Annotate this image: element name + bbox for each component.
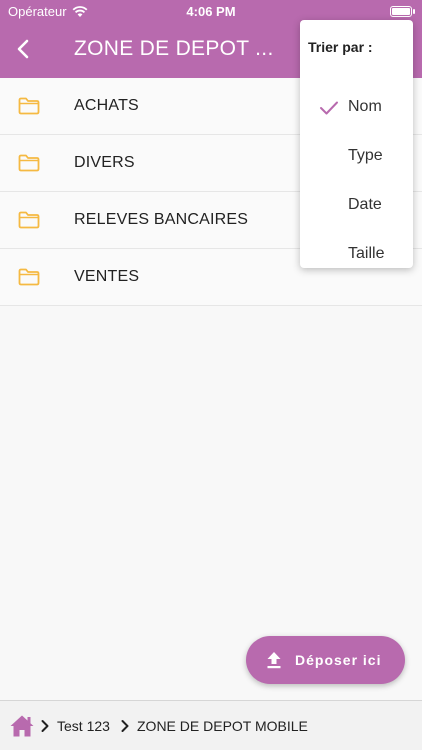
chevron-right-icon — [121, 720, 129, 732]
folder-label: ACHATS — [74, 97, 139, 114]
sort-menu-title: Trier par : — [308, 39, 373, 55]
upload-button-label: Déposer ici — [295, 652, 382, 668]
home-icon[interactable] — [9, 714, 35, 738]
upload-button[interactable]: Déposer ici — [246, 636, 405, 684]
folder-icon — [0, 154, 74, 172]
status-time: 4:06 PM — [186, 4, 236, 19]
upload-icon — [267, 652, 281, 669]
breadcrumb: Test 123 ZONE DE DEPOT MOBILE — [0, 700, 422, 750]
folder-label: RELEVES BANCAIRES — [74, 211, 249, 228]
folder-icon — [0, 268, 74, 286]
sort-option-label: Taille — [348, 245, 385, 262]
sort-option-label: Nom — [348, 98, 382, 115]
sort-option-taille[interactable]: Taille — [300, 235, 413, 275]
chevron-right-icon — [41, 720, 49, 732]
sort-option-label: Date — [348, 196, 382, 213]
checkmark-icon — [320, 101, 338, 115]
battery-icon — [390, 6, 412, 17]
sort-option-type[interactable]: Type — [300, 137, 413, 177]
page-title: ZONE DE DEPOT ... — [74, 37, 274, 60]
folder-icon — [0, 97, 74, 115]
status-bar: Opérateur 4:06 PM — [0, 0, 422, 22]
breadcrumb-item-test-123[interactable]: Test 123 — [57, 718, 110, 734]
sort-option-nom[interactable]: Nom — [300, 88, 413, 128]
folder-label: DIVERS — [74, 154, 135, 171]
breadcrumb-item-zone-de-depot-mobile: ZONE DE DEPOT MOBILE — [137, 718, 308, 734]
chevron-left-icon — [17, 39, 29, 59]
back-button[interactable] — [10, 34, 40, 64]
folder-label: VENTES — [74, 268, 140, 285]
sort-menu: Trier par : Nom Type Date Taille — [300, 20, 413, 268]
sort-option-date[interactable]: Date — [300, 186, 413, 226]
folder-icon — [0, 211, 74, 229]
sort-option-label: Type — [348, 147, 383, 164]
battery-tip — [413, 9, 415, 14]
